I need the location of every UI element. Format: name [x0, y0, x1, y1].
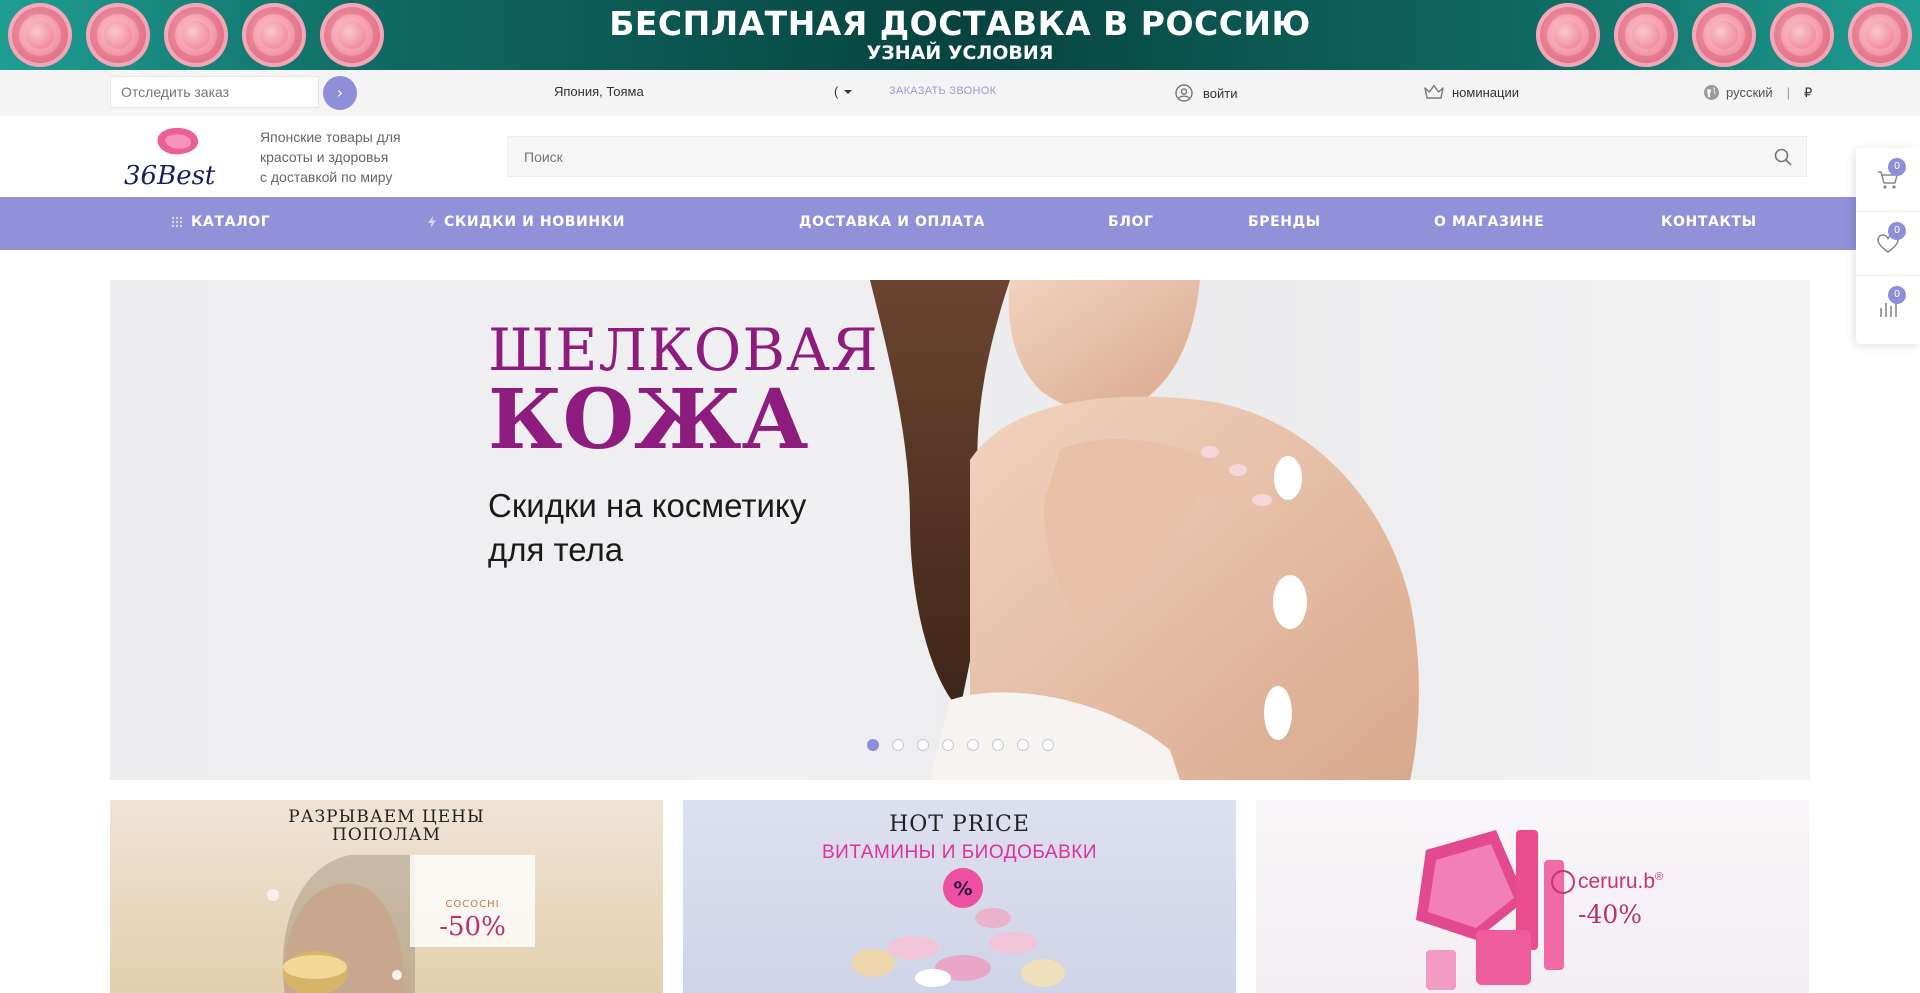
nav-label: СКИДКИ И НОВИНКИ [444, 214, 626, 230]
top-bar: › Япония, Тояма ( ЗАКАЗАТЬ ЗВОНОК войти … [0, 70, 1920, 116]
slider-dot[interactable] [867, 739, 879, 751]
crown-icon [1424, 84, 1444, 99]
callback-label: ЗАКАЗАТЬ ЗВОНОК [889, 85, 997, 97]
logo[interactable]: 36Best [118, 126, 228, 190]
globe-icon [1704, 85, 1719, 100]
favorites-button[interactable]: 0 [1856, 212, 1920, 276]
main-nav: КАТАЛОГ СКИДКИ И НОВИНКИ ДОСТАВКА И ОПЛА… [0, 197, 1920, 250]
side-panel: 0 0 0 [1856, 148, 1920, 344]
card-brand: ceruru.b® [1551, 870, 1664, 895]
hero-slider[interactable]: ШЕЛКОВАЯ КОЖА Скидки на косметику для те… [110, 280, 1810, 780]
lightning-icon [428, 216, 436, 228]
nominations-link[interactable]: номинации [1424, 84, 1519, 100]
track-order-button[interactable]: › [323, 76, 357, 110]
compare-button[interactable]: 0 [1856, 276, 1920, 340]
track-order-input[interactable] [110, 76, 319, 108]
slider-dot[interactable] [1017, 739, 1029, 751]
language-label: русский [1726, 85, 1773, 100]
hero-photo [870, 280, 1419, 780]
nav-label: КОНТАКТЫ [1661, 214, 1757, 230]
card-title-line: РАЗРЫВАЕМ ЦЕНЫ [288, 807, 485, 827]
card-brand-name: ceruru.b [1578, 870, 1656, 893]
card-discount: -40% [1578, 900, 1643, 929]
slider-dot[interactable] [992, 739, 1004, 751]
card-brand-mark: ® [1655, 871, 1664, 883]
pills-image: % [851, 868, 1065, 987]
currency-label: ₽ [1804, 84, 1813, 100]
favorites-count-badge: 0 [1888, 222, 1906, 240]
card-title-line: ПОПОЛАМ [332, 825, 441, 845]
tagline-line: с доставкой по миру [260, 169, 393, 185]
user-icon [1175, 84, 1193, 102]
search-input[interactable] [508, 137, 1748, 176]
slider-dot[interactable] [917, 739, 929, 751]
nav-label: ДОСТАВКА И ОПЛАТА [799, 214, 986, 230]
search-icon[interactable] [1774, 148, 1792, 166]
callback-link[interactable]: ЗАКАЗАТЬ ЗВОНОК [889, 85, 996, 97]
card-brand-box: COCOCHI -50% [410, 855, 535, 947]
promo-card-ceruru[interactable]: ceruru.b® -40% [1256, 800, 1809, 993]
cart-count-badge: 0 [1888, 158, 1906, 176]
ceruru-logo-icon [1551, 870, 1575, 895]
nav-item-brands[interactable]: БРЕНДЫ [1248, 214, 1321, 230]
grid-icon [171, 216, 183, 228]
location-label: Япония, Тояма [554, 84, 644, 99]
rose-decoration-right [1536, 3, 1912, 67]
tagline-line: красоты и здоровья [260, 149, 389, 165]
slider-dot[interactable] [942, 739, 954, 751]
card-title: РАЗРЫВАЕМ ЦЕНЫ ПОПОЛАМ [110, 808, 663, 844]
login-link[interactable]: войти [1175, 84, 1237, 102]
hero-subtitle-line: Скидки на косметику [488, 487, 807, 524]
promo-card-cococchi[interactable]: РАЗРЫВАЕМ ЦЕНЫ ПОПОЛАМ COCOCHI -50% [110, 800, 663, 993]
slider-dot[interactable] [1042, 739, 1054, 751]
nominations-label: номинации [1452, 84, 1519, 100]
nav-item-contacts[interactable]: КОНТАКТЫ [1661, 214, 1757, 230]
language-currency[interactable]: русский | ₽ [1703, 84, 1812, 101]
card-discount: -50% [439, 912, 506, 942]
promo-card-vitamins[interactable]: HOT PRICE ВИТАМИНЫ И БИОДОБАВКИ % [683, 800, 1236, 993]
nav-label: КАТАЛОГ [191, 214, 271, 230]
nav-item-delivery[interactable]: ДОСТАВКА И ОПЛАТА [799, 214, 985, 230]
slider-dot[interactable] [967, 739, 979, 751]
cart-button[interactable]: 0 [1856, 148, 1920, 212]
chevron-down-icon [844, 89, 853, 94]
nav-item-blog[interactable]: БЛОГ [1108, 214, 1154, 230]
login-label: войти [1203, 85, 1238, 101]
nav-item-sales[interactable]: СКИДКИ И НОВИНКИ [428, 214, 625, 230]
hero-subtitle: Скидки на косметику для тела [488, 484, 806, 572]
card-model-photo [267, 855, 415, 993]
nav-item-about[interactable]: О МАГАЗИНЕ [1434, 214, 1544, 230]
phone-selector[interactable]: ( [834, 84, 853, 99]
slider-dot[interactable] [892, 739, 904, 751]
tagline-line: Японские товары для [260, 129, 401, 145]
card-brand: COCOCHI [445, 899, 500, 910]
tagline: Японские товары для красоты и здоровья с… [260, 127, 401, 187]
nav-label: О МАГАЗИНЕ [1434, 214, 1545, 230]
slider-dots [867, 739, 1054, 751]
promo-banner[interactable]: БЕСПЛАТНАЯ ДОСТАВКА В РОССИЮ УЗНАЙ УСЛОВ… [0, 0, 1920, 70]
nav-item-catalog[interactable]: КАТАЛОГ [171, 214, 270, 230]
divider: | [1786, 85, 1791, 100]
ceruru-products-image [1416, 830, 1564, 990]
hero-title-line2: КОЖА [488, 372, 809, 468]
compare-count-badge: 0 [1888, 286, 1906, 304]
card-subtitle: ВИТАМИНЫ И БИОДОБАВКИ [822, 842, 1097, 863]
logo-text: 36Best [124, 161, 216, 190]
search-box [507, 136, 1807, 177]
percent-badge: % [953, 878, 972, 900]
nav-label: БРЕНДЫ [1248, 214, 1321, 230]
header: 36Best Японские товары для красоты и здо… [0, 116, 1920, 197]
hero-subtitle-line: для тела [488, 531, 624, 568]
nav-label: БЛОГ [1108, 214, 1154, 230]
location[interactable]: Япония, Тояма [554, 84, 644, 99]
phone-icon: ( [834, 84, 839, 99]
card-title: HOT PRICE [889, 812, 1030, 837]
